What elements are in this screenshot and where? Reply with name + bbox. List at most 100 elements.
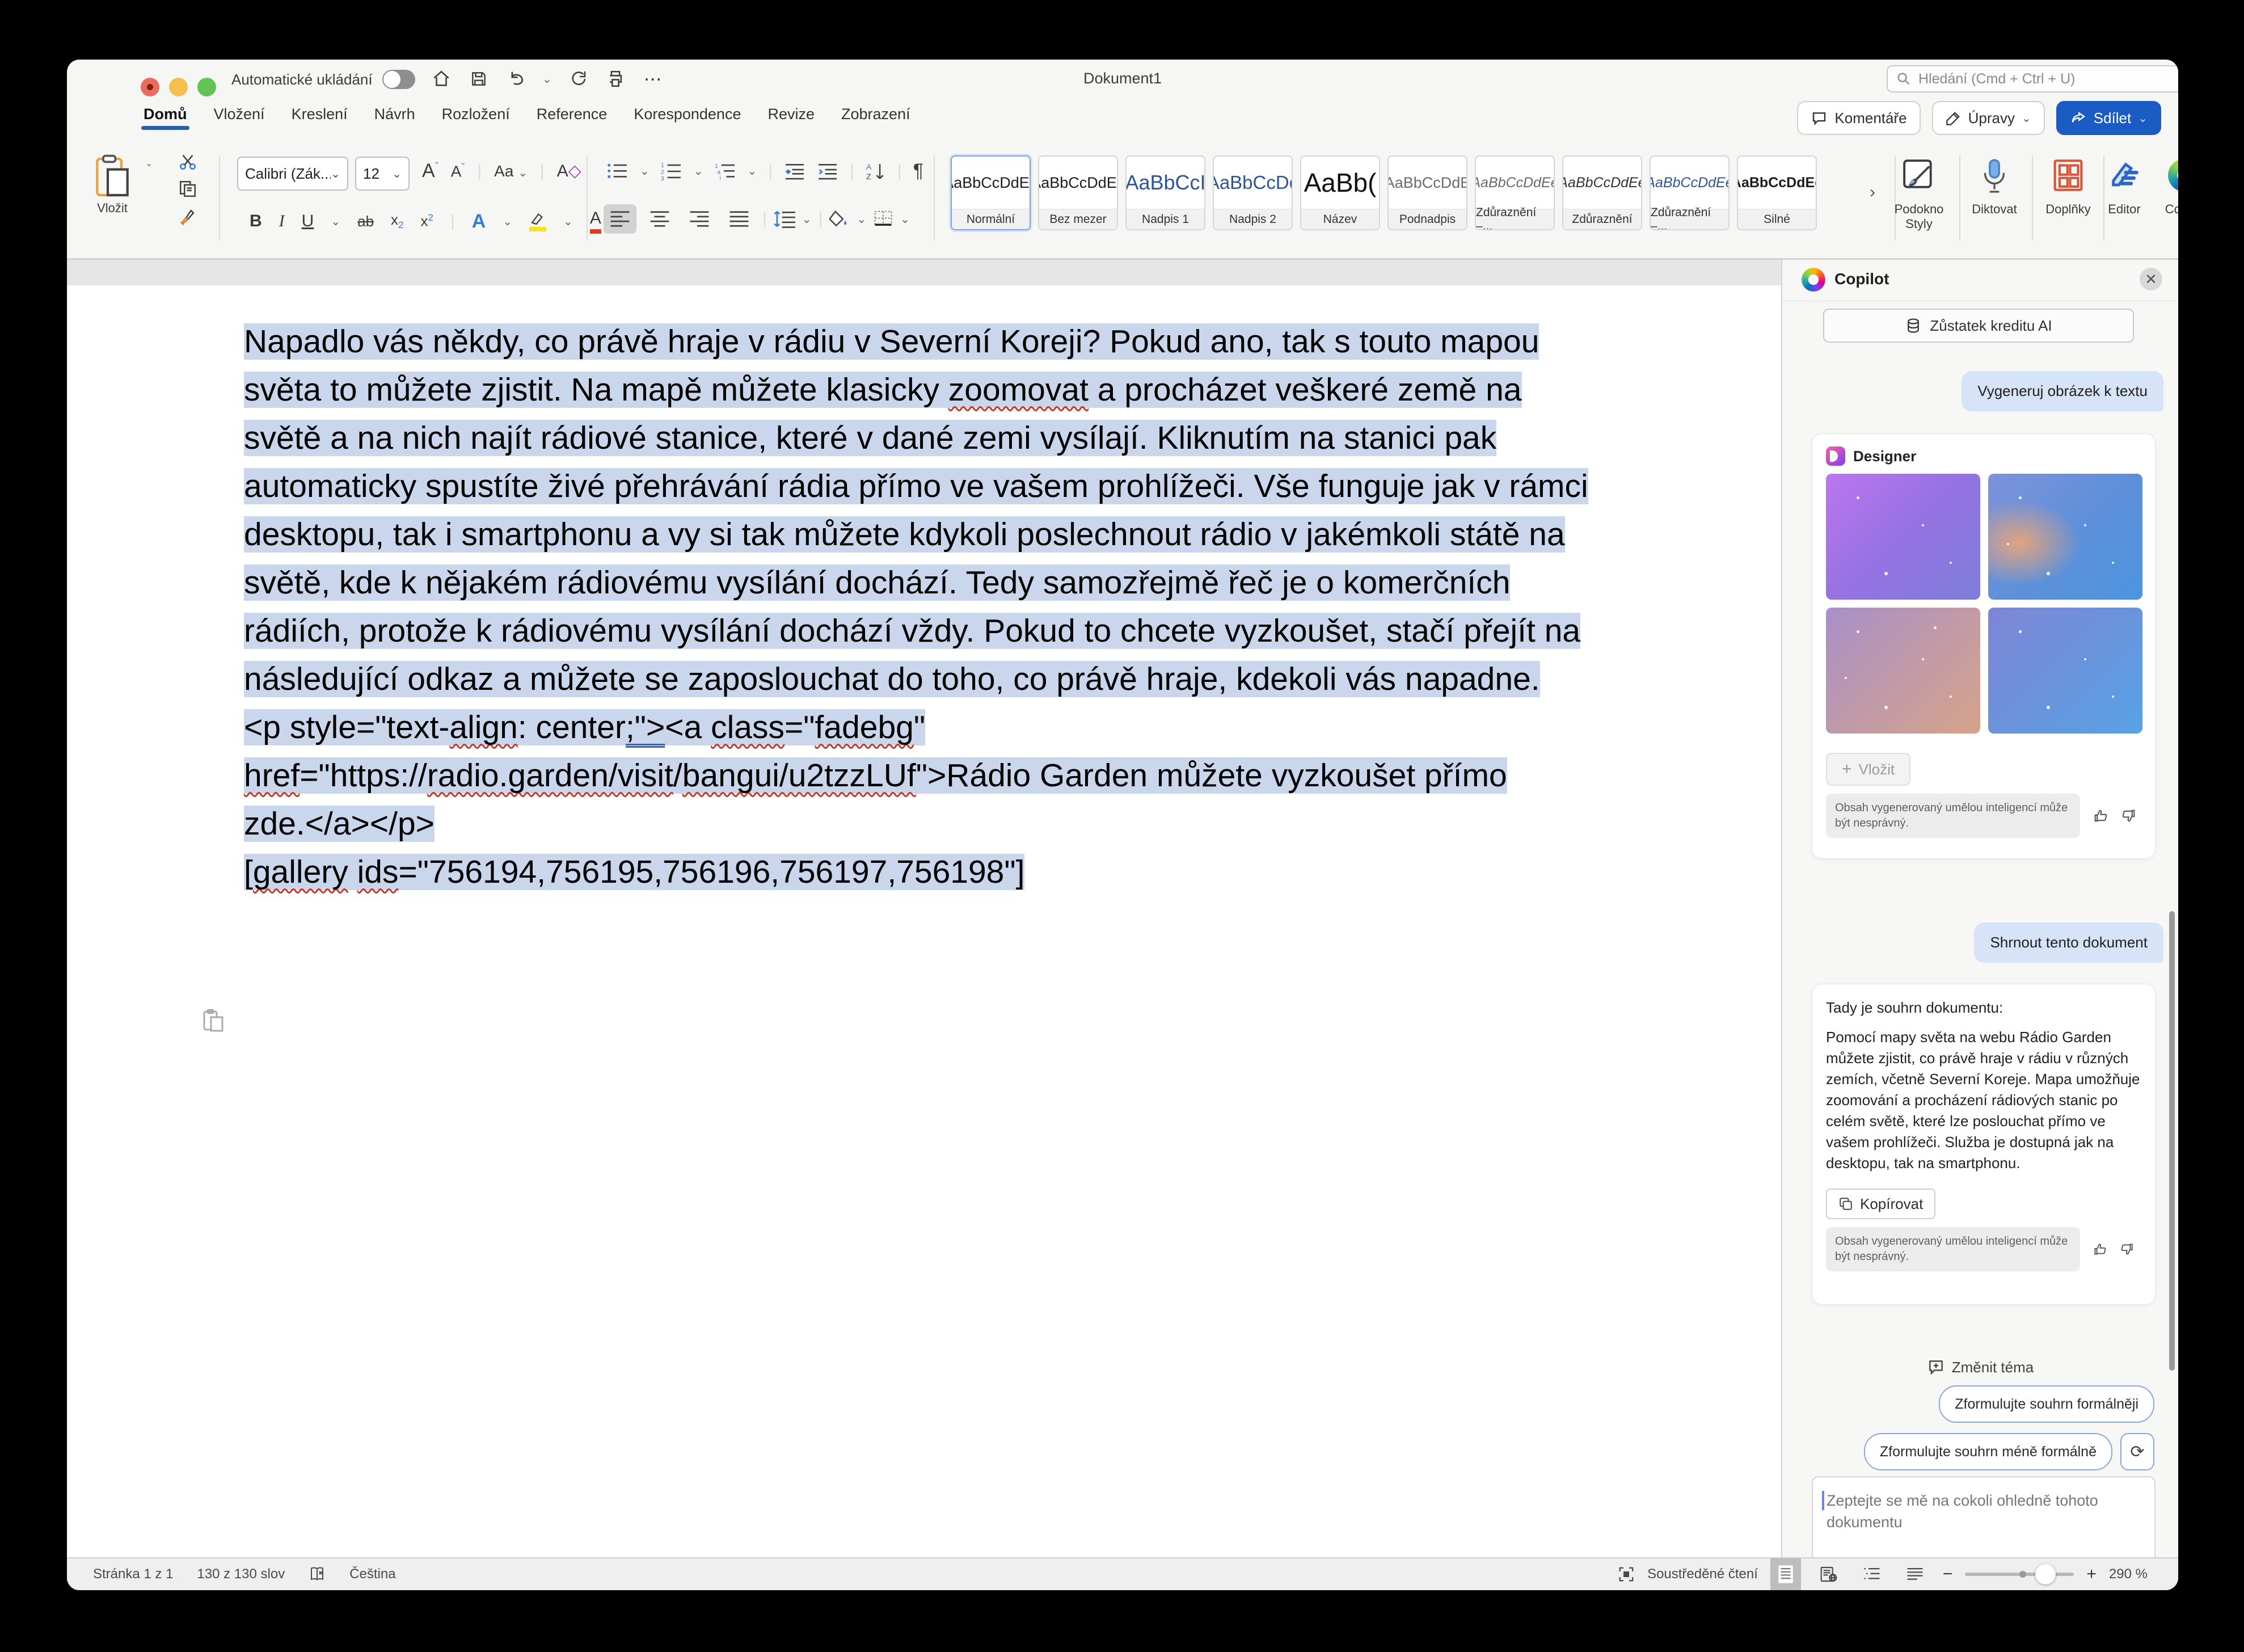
document-line[interactable]: následující odkaz a můžete se zaposlouch…	[244, 655, 1588, 703]
draft-view-button[interactable]	[1900, 1558, 1930, 1590]
font-size-select[interactable]: 12⌄	[355, 157, 410, 191]
italic-icon[interactable]: I	[279, 212, 285, 231]
bullets-icon[interactable]	[607, 162, 629, 180]
ribbon-tab-korespondence[interactable]: Korespondence	[634, 106, 741, 131]
style-zd-razn-n-[interactable]: AaBbCcDdEeZdůraznění	[1562, 155, 1642, 230]
ribbon-tab-rozložení[interactable]: Rozložení	[442, 106, 510, 131]
styles-pane-button[interactable]: PodoknoStyly	[1882, 153, 1956, 231]
sort-icon[interactable]: AZ	[866, 162, 886, 181]
paste-button[interactable]: Vložit	[84, 153, 141, 216]
font-color-icon[interactable]: A	[590, 209, 601, 234]
document-line[interactable]: automaticky spustíte živé přehrávání rád…	[244, 462, 1588, 511]
editor-button[interactable]: Editor	[2093, 153, 2156, 217]
ribbon-tab-kreslení[interactable]: Kreslení	[292, 106, 348, 131]
outline-view-button[interactable]	[1857, 1558, 1887, 1590]
clear-formatting-icon[interactable]: A◇	[557, 161, 581, 181]
copilot-ribbon-button[interactable]: Copilot	[2153, 153, 2178, 217]
document-line[interactable]: světa to můžete zjistit. Na mapě můžete …	[244, 366, 1588, 414]
multilevel-list-icon[interactable]: 1ai	[715, 162, 736, 180]
zoom-level[interactable]: 290 %	[2109, 1566, 2148, 1582]
shrink-font-icon[interactable]: Aˇ	[451, 162, 465, 180]
increase-indent-icon[interactable]	[817, 162, 838, 180]
zoom-out-icon[interactable]: −	[1943, 1565, 1953, 1584]
line-spacing-icon[interactable]	[774, 210, 795, 228]
ribbon-tab-vložení[interactable]: Vložení	[214, 106, 265, 131]
style-zd-razn-n-[interactable]: AaBbCcDdEeZdůraznění –...	[1650, 155, 1730, 230]
proofing-icon[interactable]	[309, 1566, 326, 1582]
change-case-icon[interactable]: Aa ⌄	[494, 162, 528, 180]
insert-image-button[interactable]: + Vložit	[1826, 753, 1910, 786]
styles-gallery-more-chevron[interactable]: ›	[1870, 183, 1875, 202]
zoom-slider[interactable]	[1965, 1573, 2074, 1576]
bold-icon[interactable]: B	[250, 212, 262, 231]
print-layout-view-button[interactable]	[1770, 1558, 1801, 1590]
document-line[interactable]: [gallery ids="756194,756195,756196,75619…	[244, 848, 1588, 896]
align-center-button[interactable]	[643, 204, 676, 234]
generated-image-3[interactable]	[1826, 608, 1980, 734]
style-podnadpis[interactable]: AaBbCcDdEPodnadpis	[1387, 155, 1467, 230]
thumbs-up-icon[interactable]	[2093, 1242, 2107, 1257]
zoom-in-icon[interactable]: +	[2086, 1565, 2097, 1584]
thumbs-down-icon[interactable]	[2121, 808, 2137, 824]
focus-mode-label[interactable]: Soustředěné čtení	[1647, 1566, 1758, 1582]
style-n-zev[interactable]: AaBb(Název	[1300, 155, 1380, 230]
paste-options-floatie[interactable]	[202, 1008, 225, 1033]
document-line[interactable]: Napadlo vás někdy, co právě hraje v rádi…	[244, 318, 1588, 366]
document-line[interactable]: rádiích, protože k rádiovému vysílání do…	[244, 607, 1588, 655]
share-button[interactable]: Sdílet⌄	[2056, 101, 2161, 135]
text-effects-icon[interactable]: A	[472, 210, 486, 233]
addins-button[interactable]: Doplňky	[2034, 153, 2102, 217]
font-name-select[interactable]: Calibri (Zák...⌄	[237, 157, 348, 191]
style-norm-ln-[interactable]: AaBbCcDdEeNormální	[951, 155, 1031, 230]
focus-mode-icon[interactable]	[1618, 1566, 1635, 1583]
style-siln-[interactable]: AaBbCcDdEeSilné	[1737, 155, 1817, 230]
ribbon-tab-revize[interactable]: Revize	[767, 106, 815, 131]
document-line[interactable]: desktopu, tak i smartphonu a vy si tak m…	[244, 511, 1588, 559]
style-nadpis-2[interactable]: AaBbCcDcNadpis 2	[1213, 155, 1293, 230]
document-text[interactable]: Napadlo vás někdy, co právě hraje v rádi…	[244, 318, 1588, 896]
strikethrough-icon[interactable]: ab	[357, 213, 374, 230]
ai-credit-button[interactable]: Zůstatek kreditu AI	[1823, 309, 2134, 343]
borders-icon[interactable]	[873, 210, 893, 228]
search-input[interactable]: Hledání (Cmd + Ctrl + U)	[1887, 65, 2178, 92]
numbering-icon[interactable]: 123	[661, 162, 682, 180]
shading-icon[interactable]	[829, 210, 850, 228]
document-line[interactable]: <p style="text-align: center;"><a class=…	[244, 703, 1588, 752]
web-layout-view-button[interactable]	[1813, 1558, 1844, 1590]
panel-scrollbar[interactable]	[2169, 911, 2175, 1371]
thumbs-down-icon[interactable]	[2120, 1242, 2135, 1257]
word-count[interactable]: 130 z 130 slov	[197, 1566, 285, 1582]
ribbon-tab-reference[interactable]: Reference	[537, 106, 608, 131]
style-bez-mezer[interactable]: AaBbCcDdEeBez mezer	[1038, 155, 1118, 230]
comments-button[interactable]: Komentáře	[1797, 101, 1920, 135]
suggestion-chip-informal[interactable]: Zformulujte souhrn méně formálně	[1864, 1433, 2112, 1470]
ribbon-tab-domů[interactable]: Domů	[144, 106, 187, 131]
document-line[interactable]: světě a na nich najít rádiové stanice, k…	[244, 414, 1588, 462]
ribbon-tab-návrh[interactable]: Návrh	[374, 106, 415, 131]
underline-icon[interactable]: U	[302, 212, 314, 231]
refresh-suggestions-button[interactable]: ⟳	[2120, 1433, 2154, 1470]
dictate-button[interactable]: Diktovat	[1960, 153, 2028, 217]
grow-font-icon[interactable]: Aˆ	[422, 160, 438, 182]
document-line[interactable]: zde.</a></p>	[244, 800, 1588, 848]
subscript-icon[interactable]: x2	[391, 211, 403, 231]
new-topic-button[interactable]: Změnit téma	[1782, 1358, 2178, 1376]
style-nadpis-1[interactable]: AaBbCcINadpis 1	[1125, 155, 1205, 230]
page-count[interactable]: Stránka 1 z 1	[93, 1566, 173, 1582]
language-indicator[interactable]: Čeština	[349, 1566, 395, 1582]
justify-button[interactable]	[723, 204, 756, 234]
document-line[interactable]: světě, kde k nějakém rádiovému vysílání …	[244, 559, 1588, 607]
generated-image-4[interactable]	[1988, 608, 2142, 734]
ribbon-tab-zobrazení[interactable]: Zobrazení	[841, 106, 910, 131]
suggestion-chip-formal[interactable]: Zformulujte souhrn formálněji	[1939, 1385, 2154, 1423]
generated-image-1[interactable]	[1826, 474, 1980, 600]
superscript-icon[interactable]: x2	[421, 212, 433, 230]
format-painter-icon[interactable]	[178, 206, 197, 226]
align-right-button[interactable]	[683, 204, 716, 234]
decrease-indent-icon[interactable]	[784, 162, 805, 180]
paste-menu-chevron[interactable]: ⌄	[145, 158, 153, 169]
generated-image-2[interactable]	[1988, 474, 2142, 600]
align-left-button[interactable]	[604, 204, 636, 234]
highlight-icon[interactable]	[529, 211, 546, 231]
copy-icon[interactable]	[178, 179, 197, 199]
